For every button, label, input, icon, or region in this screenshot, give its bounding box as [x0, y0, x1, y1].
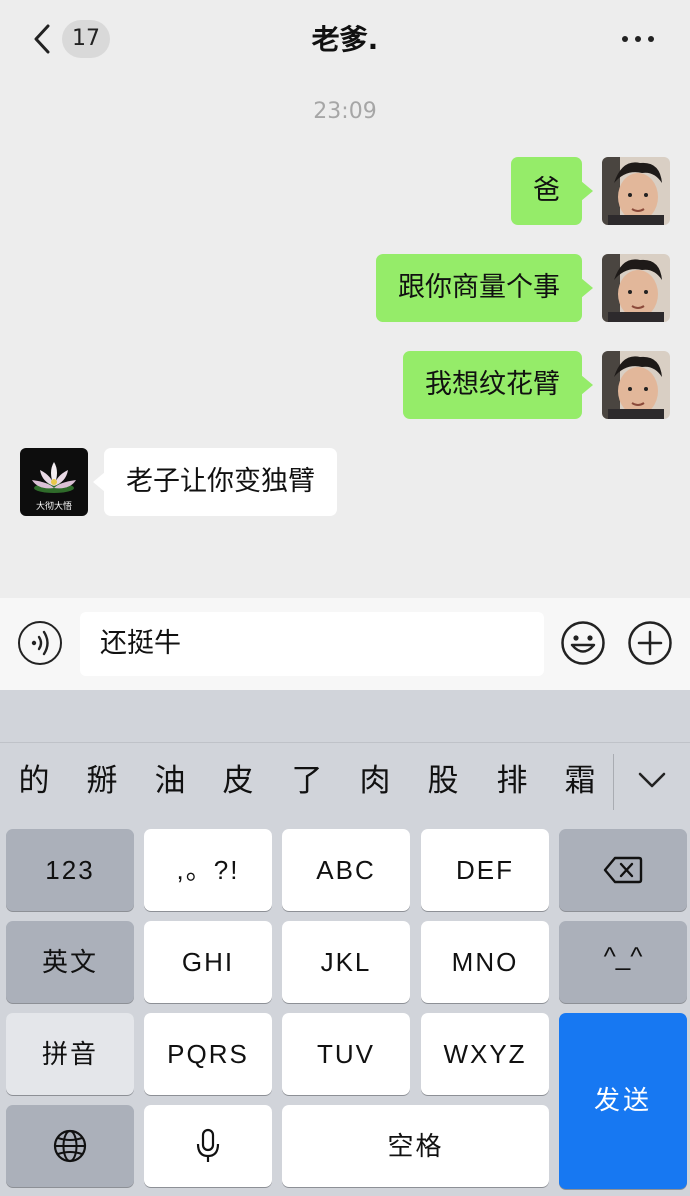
sent-message-bubble[interactable]: 爸 — [511, 157, 593, 225]
my-avatar[interactable] — [602, 157, 670, 225]
candidate-word[interactable]: 股 — [415, 744, 471, 818]
candidate-word[interactable]: 霜 — [552, 744, 608, 818]
key-tuv[interactable]: TUV — [282, 1013, 410, 1095]
plus-circle-icon — [628, 621, 672, 665]
key-emoticon[interactable]: ^_^ — [559, 921, 687, 1003]
candidate-word[interactable]: 排 — [484, 744, 540, 818]
my-avatar[interactable] — [602, 254, 670, 322]
candidate-word[interactable]: 油 — [142, 744, 198, 818]
boy-photo-icon — [602, 351, 670, 419]
globe-icon — [53, 1129, 87, 1163]
received-message-bubble[interactable]: 老子让你变独臂 — [93, 448, 337, 516]
avatar-caption: 大彻大悟 — [35, 502, 72, 512]
more-dots-icon — [622, 36, 628, 42]
key-english[interactable]: 英文 — [6, 921, 134, 1003]
key-def[interactable]: DEF — [421, 829, 549, 911]
contact-avatar[interactable]: 大彻大悟 — [20, 448, 88, 516]
boy-photo-icon — [602, 254, 670, 322]
chat-header: 17 老爹. — [0, 0, 690, 80]
candidate-word[interactable]: 了 — [279, 744, 335, 818]
sent-message-bubble[interactable]: 我想纹花臂 — [403, 351, 593, 419]
more-functions-button[interactable] — [627, 620, 673, 666]
key-globe[interactable] — [6, 1105, 134, 1187]
candidate-bar: 的 掰 油 皮 了 肉 股 排 霜 — [0, 744, 690, 818]
key-ghi[interactable]: GHI — [144, 921, 272, 1003]
key-backspace[interactable] — [559, 829, 687, 911]
key-numbers[interactable]: 123 — [6, 829, 134, 911]
emoji-button[interactable] — [560, 620, 606, 666]
key-wxyz[interactable]: WXYZ — [421, 1013, 549, 1095]
key-mno[interactable]: MNO — [421, 921, 549, 1003]
sound-wave-icon — [31, 630, 49, 656]
microphone-icon — [196, 1128, 220, 1162]
candidate-word[interactable]: 的 — [6, 744, 62, 818]
smiley-icon — [561, 621, 605, 665]
voice-input-button[interactable] — [18, 621, 62, 665]
key-punctuation[interactable]: ,。?! — [144, 829, 272, 911]
key-space[interactable]: 空格 — [282, 1105, 549, 1187]
candidate-word[interactable]: 掰 — [74, 744, 130, 818]
candidate-word[interactable]: 皮 — [210, 744, 266, 818]
key-pqrs[interactable]: PQRS — [144, 1013, 272, 1095]
send-button[interactable]: 发送 — [559, 1013, 687, 1189]
more-options-button[interactable] — [616, 24, 660, 54]
key-abc[interactable]: ABC — [282, 829, 410, 911]
expand-candidates-button[interactable] — [632, 764, 672, 800]
message-timestamp: 23:09 — [313, 99, 377, 124]
my-avatar[interactable] — [602, 351, 670, 419]
candidate-divider — [613, 754, 614, 810]
message-text-field[interactable]: 还挺牛 — [80, 612, 544, 676]
message-input-bar: 还挺牛 — [0, 598, 690, 690]
key-pinyin[interactable]: 拼音 — [6, 1013, 134, 1095]
candidate-word[interactable]: 肉 — [347, 744, 403, 818]
backspace-icon — [603, 856, 643, 884]
chevron-down-icon — [638, 772, 666, 788]
boy-photo-icon — [602, 157, 670, 225]
key-jkl[interactable]: JKL — [282, 921, 410, 1003]
sent-message-bubble[interactable]: 跟你商量个事 — [376, 254, 593, 322]
chat-title: 老爹. — [311, 23, 379, 56]
pinyin-keyboard: 的 掰 油 皮 了 肉 股 排 霜 123 ,。?! ABC DEF 英文 GH… — [0, 690, 690, 1196]
key-microphone[interactable] — [144, 1105, 272, 1187]
keyboard-toolbar — [0, 690, 690, 743]
